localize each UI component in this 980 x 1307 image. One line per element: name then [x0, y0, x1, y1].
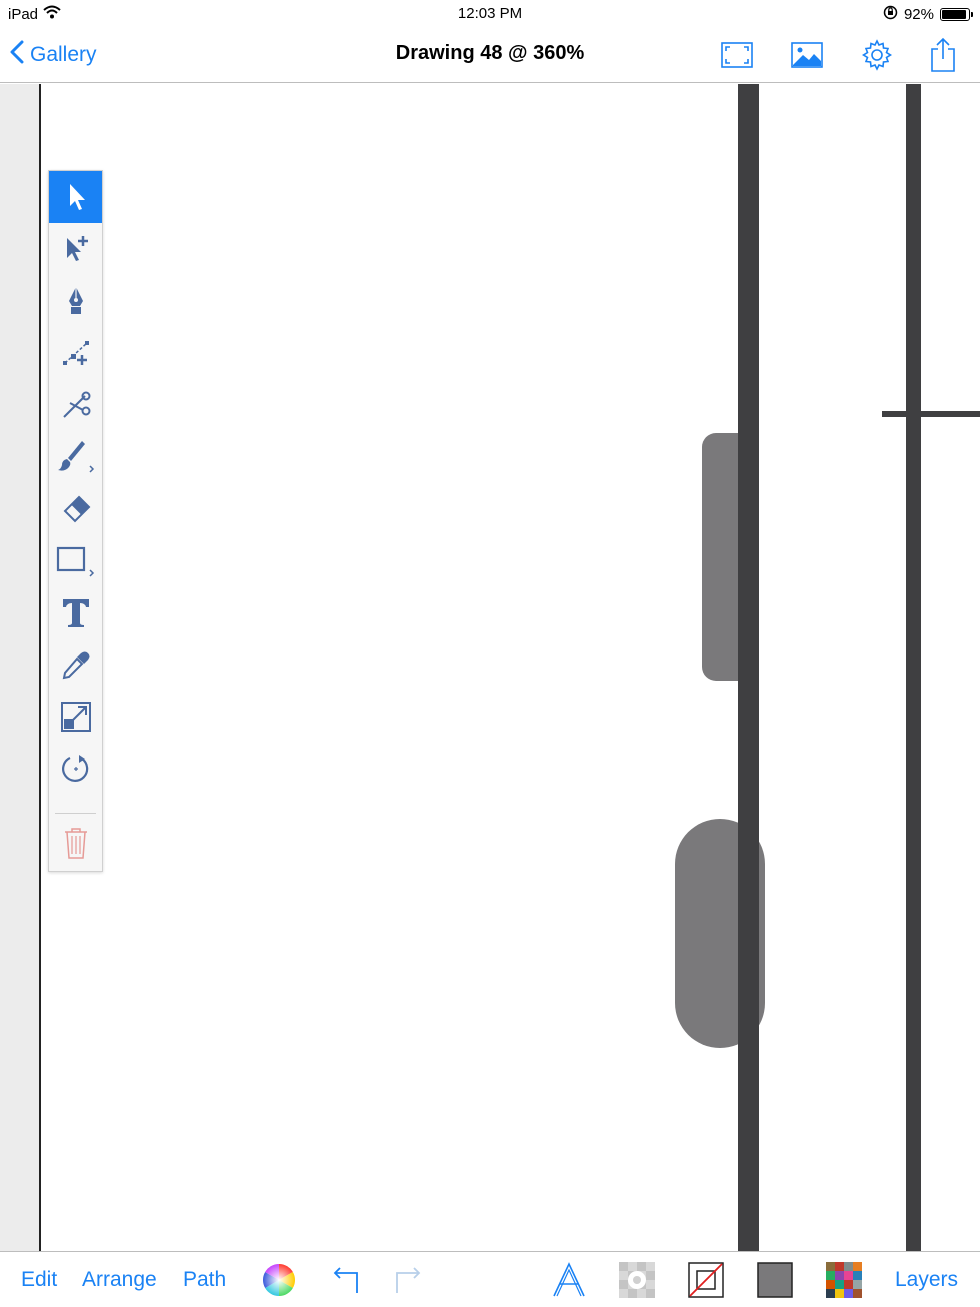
rotation-lock-icon — [883, 5, 898, 24]
tool-scale[interactable] — [49, 691, 102, 743]
opacity-button[interactable] — [618, 1261, 656, 1299]
redo-button[interactable] — [390, 1261, 428, 1299]
drawing-artwork[interactable] — [0, 84, 980, 1251]
eraser-icon — [63, 495, 90, 523]
battery-fill — [942, 10, 966, 19]
swatches-icon — [826, 1262, 862, 1298]
fullscreen-icon — [721, 42, 753, 68]
rotate-icon — [61, 755, 88, 782]
tool-add-node[interactable] — [49, 327, 102, 379]
status-right: 92% — [883, 5, 973, 24]
redo-icon — [396, 1267, 421, 1293]
status-bar: iPad 12:03 PM 92% — [0, 0, 980, 28]
tool-text[interactable] — [49, 587, 102, 639]
fullscreen-button[interactable] — [718, 36, 756, 74]
edit-button[interactable]: Edit — [21, 1268, 57, 1292]
tool-brush[interactable] — [49, 431, 102, 483]
drawing-canvas[interactable] — [0, 84, 980, 1251]
pen-icon — [68, 287, 83, 314]
tool-delete[interactable] — [49, 817, 102, 869]
stroke-color-icon — [688, 1262, 724, 1298]
shape-right-vertical-bar[interactable] — [906, 84, 921, 1251]
arrange-button[interactable]: Arrange — [82, 1268, 157, 1292]
rectangle-icon — [56, 546, 94, 577]
palette-divider — [55, 813, 96, 814]
shape-horizontal-line[interactable] — [882, 411, 980, 417]
tool-scissors[interactable] — [49, 379, 102, 431]
tool-rotate[interactable] — [49, 743, 102, 795]
layers-button[interactable]: Layers — [895, 1268, 958, 1292]
gear-icon — [861, 39, 893, 71]
color-wheel-icon — [262, 1264, 296, 1296]
settings-button[interactable] — [858, 36, 896, 74]
text-icon — [62, 599, 89, 627]
tool-select[interactable] — [49, 171, 102, 223]
tool-eyedropper[interactable] — [49, 639, 102, 691]
font-icon — [553, 1262, 585, 1297]
tool-pen[interactable] — [49, 275, 102, 327]
brush-icon — [57, 441, 94, 473]
stroke-color-button[interactable] — [687, 1261, 725, 1299]
undo-icon — [333, 1267, 358, 1293]
tool-palette — [48, 170, 103, 872]
nav-bar: Gallery Drawing 48 @ 360% — [0, 28, 980, 83]
tool-rectangle[interactable] — [49, 535, 102, 587]
opacity-icon — [619, 1262, 655, 1298]
image-icon — [791, 42, 823, 68]
add-node-icon — [62, 341, 89, 365]
shape-left-vertical-bar[interactable] — [738, 84, 759, 1251]
share-button[interactable] — [924, 36, 962, 74]
status-time: 12:03 PM — [457, 5, 523, 22]
share-icon — [931, 37, 955, 72]
select-icon — [69, 184, 85, 210]
tool-eraser[interactable] — [49, 483, 102, 535]
swatches-button[interactable] — [825, 1261, 863, 1299]
node-select-icon — [66, 236, 88, 261]
bottom-toolbar: Edit Arrange Path Layers — [0, 1251, 980, 1307]
scissors-icon — [62, 391, 90, 418]
trash-icon — [64, 828, 87, 859]
fill-color-icon — [757, 1262, 793, 1298]
battery-percent: 92% — [903, 6, 934, 23]
eyedropper-icon — [62, 651, 89, 680]
color-wheel-button[interactable] — [260, 1261, 298, 1299]
battery-icon — [940, 8, 973, 21]
page-title: Drawing 48 @ 360% — [395, 42, 585, 64]
tool-node-select[interactable] — [49, 223, 102, 275]
path-button[interactable]: Path — [183, 1268, 226, 1292]
fill-color-button[interactable] — [756, 1261, 794, 1299]
undo-button[interactable] — [326, 1261, 364, 1299]
text-style-button[interactable] — [550, 1261, 588, 1299]
image-button[interactable] — [788, 36, 826, 74]
scale-icon — [60, 702, 91, 732]
